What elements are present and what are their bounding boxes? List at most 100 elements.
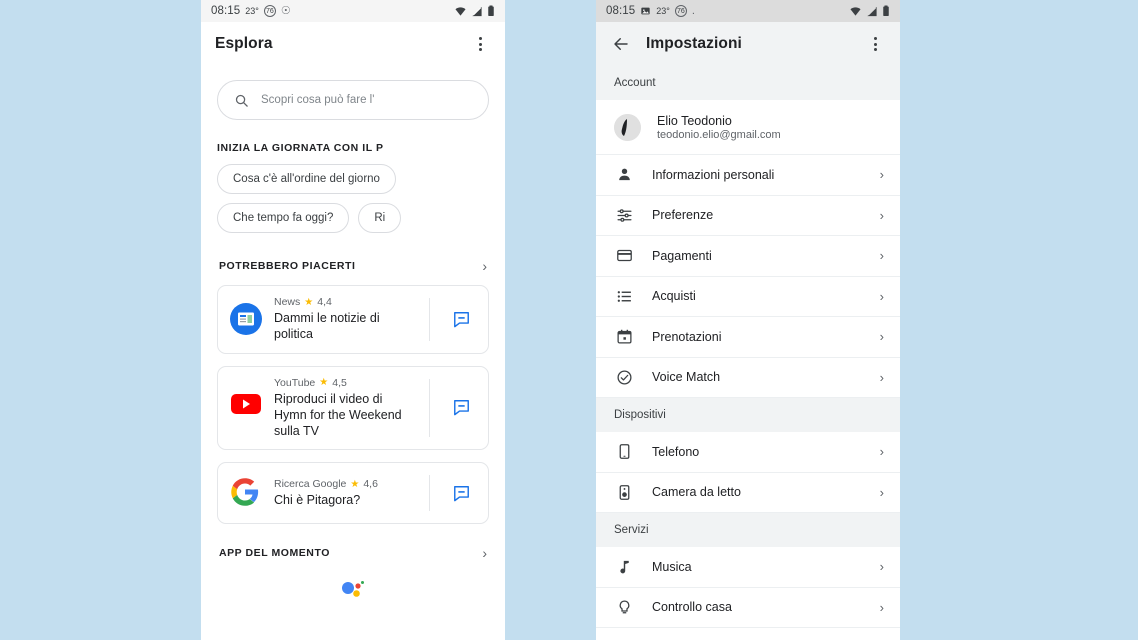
card-text: News ★ 4,4 Dammi le notizie di politica [274,296,417,343]
google-assistant-icon [201,560,505,600]
settings-row-label: Camera da letto [652,485,741,500]
chevron-right-icon: › [879,369,884,385]
phone-icon [614,443,634,460]
lightbulb-icon [614,599,634,616]
wifi-icon [850,6,861,16]
page-title: Impostazioni [646,35,742,52]
battery-icon [883,5,889,16]
card-source: News [274,296,301,308]
status-extra-dot: . [691,5,695,17]
account-text: Elio Teodonio teodonio.elio@gmail.com [657,114,781,141]
image-icon [641,7,650,15]
group-header-dispositivi: Dispositivi [596,398,900,432]
settings-row-label: Pagamenti [652,248,712,263]
settings-row-pagamenti[interactable]: Pagamenti › [596,236,900,277]
settings-row-label: Acquisti [652,289,696,304]
overflow-menu-icon[interactable] [469,33,491,55]
card-meta: YouTube ★ 4,5 [274,377,417,389]
chevron-right-icon: › [879,288,884,304]
status-bar-left-group: 08:15 23° 76 . [606,5,695,17]
chat-bubble-icon[interactable] [442,398,480,417]
google-icon [230,477,262,509]
settings-row-controllo-casa[interactable]: Controllo casa › [596,587,900,628]
star-icon: ★ [319,377,329,388]
settings-row-label: Informazioni personali [652,167,775,182]
chat-bubble-icon[interactable] [442,310,480,329]
status-bar-left: 08:15 23° 76 ☉ [201,0,505,22]
status-time: 08:15 [606,5,636,17]
person-icon [614,166,634,183]
status-temperature: 23° [245,6,259,16]
settings-row-voice-match[interactable]: Voice Match › [596,357,900,398]
settings-row-informazioni-personali[interactable]: Informazioni personali › [596,155,900,196]
tune-sliders-icon [614,207,634,224]
settings-row-telefono[interactable]: Telefono › [596,432,900,473]
chip-weather[interactable]: Che tempo fa oggi? [217,203,350,233]
group-header-account: Account [596,66,900,100]
chat-bubble-icon[interactable] [442,484,480,503]
star-icon: ★ [304,296,314,308]
chevron-right-icon: › [879,207,884,223]
chevron-right-icon: › [879,559,884,575]
settings-row-label: Controllo casa [652,600,732,615]
card-title: Riproduci il video di Hymn for the Weeke… [274,391,402,439]
music-note-icon [614,558,634,575]
status-bar-right-group [454,5,495,17]
settings-row-label: Telefono [652,444,700,459]
wifi-icon [455,6,466,16]
group-header-servizi: Servizi [596,513,900,547]
overflow-menu-icon[interactable] [864,33,886,55]
card-title: Chi è Pitagora? [274,493,361,508]
card-source: Ricerca Google [274,478,347,491]
settings-row-camera-da-letto[interactable]: Camera da letto › [596,472,900,513]
star-icon: ★ [350,478,360,490]
phone-panel-explore: 08:15 23° 76 ☉ Esplora Scopri cosa può f… [201,0,505,640]
phone-panel-settings: 08:15 23° 76 . Impostazioni Account Elio… [596,0,900,640]
settings-app-bar: Impostazioni [596,22,900,66]
chevron-right-icon: › [879,444,884,460]
suggestion-card[interactable]: News ★ 4,4 Dammi le notizie di politica [217,285,489,354]
overflow-dots [478,37,482,51]
settings-row-label: Preferenze [652,208,714,223]
settings-row-acquisti[interactable]: Acquisti › [596,276,900,317]
shazam-icon: ☉ [280,4,291,17]
account-row[interactable]: Elio Teodonio teodonio.elio@gmail.com [596,100,900,155]
screenshot-stage: 08:15 23° 76 ☉ Esplora Scopri cosa può f… [0,0,1138,640]
list-icon [614,288,634,305]
card-rating: 4,4 [317,296,332,308]
overflow-dots [873,37,877,51]
settings-row-label: Musica [652,559,692,574]
credit-card-icon [614,247,634,264]
suggestion-card[interactable]: Ricerca Google ★ 4,6 Chi è Pitagora? [217,462,489,525]
chevron-right-icon: › [879,167,884,183]
suggestions-section-header[interactable]: POTREBBERO PIACERTI › [201,233,505,273]
arrow-back-icon[interactable] [610,33,632,55]
search-input[interactable]: Scopri cosa può fare l' [217,80,489,120]
card-meta: News ★ 4,4 [274,296,417,308]
settings-row-label: Voice Match [652,370,721,385]
settings-row-prenotazioni[interactable]: Prenotazioni › [596,317,900,358]
card-divider [429,475,430,512]
calendar-icon [614,328,634,345]
chevron-right-icon[interactable]: › [482,259,487,273]
settings-row-preferenze[interactable]: Preferenze › [596,195,900,236]
apps-section-header[interactable]: APP DEL MOMENTO › [201,524,505,560]
card-meta: Ricerca Google ★ 4,6 [274,478,417,490]
check-circle-icon [614,369,634,386]
chevron-right-icon[interactable]: › [482,546,487,560]
chip-third[interactable]: Ri [358,203,402,233]
start-day-caption: INIZIA LA GIORNATA CON IL P [217,142,384,154]
settings-row-musica[interactable]: Musica › [596,547,900,588]
chip-agenda[interactable]: Cosa c'è all'ordine del giorno [217,164,396,194]
status-bar-right: 08:15 23° 76 . [596,0,900,22]
status-time: 08:15 [211,5,241,17]
status-bar-left-group: 08:15 23° 76 ☉ [211,5,291,17]
card-rating: 4,6 [363,478,378,491]
avatar [614,113,641,141]
suggestion-chips: Cosa c'è all'ordine del giorno Che tempo… [201,154,505,233]
battery-icon [488,5,494,16]
youtube-icon [230,392,262,424]
suggestion-card[interactable]: YouTube ★ 4,5 Riproduci il video di Hymn… [217,365,489,451]
chevron-right-icon: › [879,599,884,615]
suggestions-section-title: POTREBBERO PIACERTI [219,260,356,272]
